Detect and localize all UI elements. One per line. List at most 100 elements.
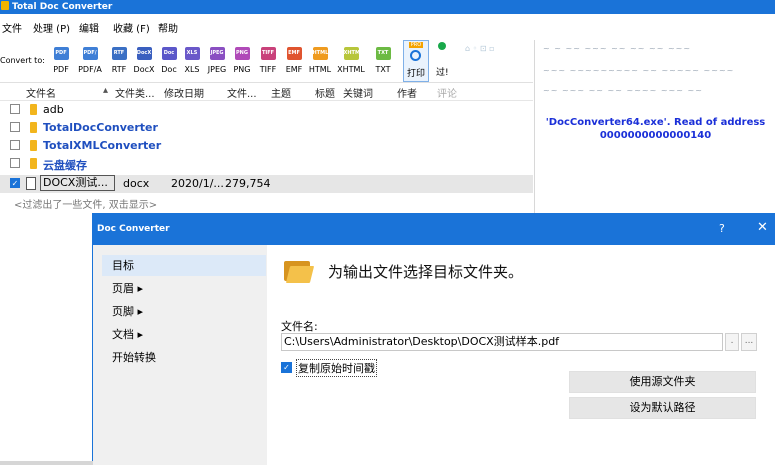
col-comments[interactable]: 评论 — [437, 85, 457, 100]
col-filetype[interactable]: 文件类... — [115, 85, 155, 100]
col-modified[interactable]: 修改日期 — [164, 85, 204, 100]
browse-button[interactable]: ... — [741, 333, 757, 351]
folder-row[interactable]: adb — [0, 101, 533, 119]
format-file-icon: PDF — [53, 47, 69, 60]
error-line-2: 0000000000000140 — [599, 130, 712, 141]
col-keywords[interactable]: 关键词 — [343, 85, 373, 100]
format-button-xls[interactable]: XLS XLS — [178, 47, 206, 74]
format-file-icon: JPEG — [209, 47, 225, 60]
document-icon — [26, 177, 36, 190]
format-button-tiff[interactable]: TIFF TIFF — [254, 47, 282, 74]
file-ext: docx — [123, 177, 150, 190]
format-label: JPEG — [207, 65, 227, 74]
col-subject[interactable]: 主题 — [271, 85, 291, 100]
menu-file[interactable]: 文件 — [2, 20, 22, 35]
extra-toolbar-icons[interactable]: ⌂ ◦ ⊡ ▫ — [465, 44, 525, 74]
folder-name: 云盘缓存 — [43, 159, 87, 172]
format-button-txt[interactable]: TXT TXT — [369, 47, 397, 74]
menu-process[interactable]: 处理 (P) — [33, 20, 70, 35]
folder-icon — [30, 104, 37, 115]
format-file-icon: XHTM — [343, 47, 360, 60]
folder-row[interactable]: 云盘缓存 — [0, 155, 533, 173]
blurred-text-line: ~ ~ ~~ ~~~ ~~ ~~ ~~ ~~~ — [543, 44, 692, 53]
file-name[interactable]: DOCX测试... — [40, 175, 115, 191]
toolbar: Convert to: PDF PDF PDF/PDF/A RTF RTF DocX Doc… — [0, 40, 533, 83]
row-checkbox-checked[interactable]: ✓ — [10, 178, 20, 188]
format-label: XHTML — [337, 65, 365, 74]
dialog-titlebar: Doc Converter ? ✕ — [93, 214, 775, 245]
convert-to-label: Convert to: — [0, 56, 45, 65]
format-label: PDF/A — [78, 65, 102, 74]
folder-row[interactable]: TotalDocConverter — [0, 119, 533, 137]
menu-edit[interactable]: 编辑 — [79, 20, 99, 35]
nav-item-start[interactable]: 开始转换 — [102, 347, 266, 368]
format-button-rtf[interactable]: RTF RTF — [105, 47, 133, 74]
format-button-png[interactable]: PNG PNG — [228, 47, 256, 74]
col-filename[interactable]: 文件名 — [26, 85, 56, 100]
menu-favorites[interactable]: 收藏 (F) — [113, 20, 150, 35]
file-row-selected[interactable]: ✓ DOCX测试... docx 2020/1/... 279,754 — [0, 175, 533, 193]
file-list-header: 文件名 ▴ 文件类... 修改日期 文件... 主题 标题 关键词 作者 评论 — [0, 85, 533, 101]
nav-label: 文档 — [112, 328, 134, 341]
app-icon — [1, 1, 9, 10]
row-checkbox[interactable] — [10, 104, 20, 114]
filter-button[interactable]: 过! — [436, 40, 460, 80]
filename-label: 文件名: — [281, 320, 318, 333]
nav-item-header[interactable]: 页眉 ▸ — [102, 278, 266, 299]
format-label: PDF — [53, 65, 69, 74]
format-file-icon: HTML — [312, 47, 328, 60]
dialog-content: 为输出文件选择目标文件夹。 文件名: C:\Users\Administrato… — [268, 245, 775, 465]
close-icon[interactable]: ✕ — [757, 220, 768, 235]
format-button-pdf-a[interactable]: PDF/PDF/A — [76, 47, 104, 74]
folder-name: TotalXMLConverter — [43, 139, 162, 152]
use-source-folder-button[interactable]: 使用源文件夹 — [569, 371, 756, 393]
format-file-icon: TXT — [375, 47, 391, 60]
menu-help[interactable]: 帮助 — [158, 20, 178, 35]
pro-badge: PRO — [409, 42, 423, 48]
chevron-right-icon: ▸ — [137, 305, 144, 318]
path-dot-button[interactable]: . — [725, 333, 739, 351]
format-button-pdf[interactable]: PDF PDF — [47, 47, 75, 74]
col-title[interactable]: 标题 — [315, 85, 335, 100]
output-path-input[interactable]: C:\Users\Administrator\Desktop\DOCX测试样本.… — [281, 333, 723, 351]
format-button-jpeg[interactable]: JPEG JPEG — [203, 47, 231, 74]
doc-converter-dialog: Doc Converter ? ✕ 目标 页眉 ▸ 页脚 ▸ 文档 ▸ 开始转换… — [93, 214, 775, 465]
nav-item-footer[interactable]: 页脚 ▸ — [102, 301, 266, 322]
format-button-html[interactable]: HTML HTML — [306, 47, 334, 74]
row-checkbox[interactable] — [10, 158, 20, 168]
format-button-xhtml[interactable]: XHTM XHTML — [337, 47, 365, 74]
col-author[interactable]: 作者 — [397, 85, 417, 100]
row-checkbox[interactable] — [10, 140, 20, 150]
help-icon[interactable]: ? — [719, 222, 725, 235]
folder-name: adb — [43, 103, 64, 116]
keep-timestamp-checkbox[interactable]: ✓ — [281, 362, 292, 373]
col-filesize[interactable]: 文件... — [227, 85, 257, 100]
keep-timestamp-label[interactable]: 复制原始时间戳 — [296, 359, 377, 377]
format-file-icon: DocX — [136, 47, 152, 60]
hidden-files-message[interactable]: <过滤出了一些文件, 双击显示> — [14, 196, 157, 211]
print-button[interactable]: PRO 打印 — [403, 40, 429, 82]
set-default-path-button[interactable]: 设为默认路径 — [569, 397, 756, 419]
error-line-1: 'DocConverter64.exe'. Read of address — [545, 117, 766, 128]
folder-icon — [30, 158, 37, 169]
print-icon — [410, 50, 421, 61]
format-label: XLS — [184, 65, 200, 74]
format-file-icon: XLS — [184, 47, 200, 60]
nav-label: 页眉 — [112, 282, 134, 295]
nav-item-target[interactable]: 目标 — [102, 255, 266, 276]
blurred-text-line: ~~~ ~~~~~~~~~ ~~ ~~~~~ ~~~~ — [543, 66, 735, 75]
format-label: RTF — [111, 65, 127, 74]
nav-label: 页脚 — [112, 305, 134, 318]
blurred-text-line: ~~ ~~~ ~~ ~~ ~~~~ ~~~ ~~ — [543, 86, 703, 95]
row-checkbox[interactable] — [10, 122, 20, 132]
file-date: 2020/1/... — [171, 177, 224, 190]
folder-row[interactable]: TotalXMLConverter — [0, 137, 533, 155]
format-button-docx[interactable]: DocX DocX — [130, 47, 158, 74]
dialog-title: Doc Converter — [97, 224, 170, 234]
format-file-icon: PDF/ — [82, 47, 98, 60]
folder-icon — [30, 122, 37, 133]
dialog-nav: 目标 页眉 ▸ 页脚 ▸ 文档 ▸ 开始转换 — [93, 245, 267, 465]
nav-item-document[interactable]: 文档 ▸ — [102, 324, 266, 345]
format-button-emf[interactable]: EMF EMF — [280, 47, 308, 74]
format-label: TIFF — [259, 65, 277, 74]
